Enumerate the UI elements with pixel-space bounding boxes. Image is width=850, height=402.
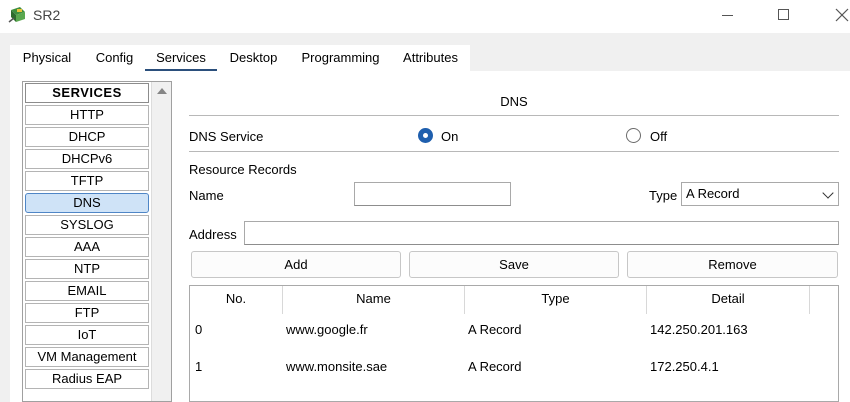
type-label: Type [649,188,678,203]
services-scrollbar[interactable] [151,82,171,401]
row-detail: 172.250.4.1 [650,359,719,374]
chevron-down-icon [822,187,834,199]
dns-records-table: No. Name Type Detail 0 www.google.fr A R… [189,285,839,402]
title-bar: SR2 [0,0,850,32]
service-item-vm-management[interactable]: VM Management [25,347,149,367]
tab-programming[interactable]: Programming [290,45,391,71]
column-header-type[interactable]: Type [465,286,647,314]
type-select[interactable]: A Record [681,182,839,206]
service-item-http[interactable]: HTTP [25,105,149,125]
row-detail: 142.250.201.163 [650,322,748,337]
name-label: Name [189,188,224,203]
service-item-aaa[interactable]: AAA [25,237,149,257]
tab-attributes[interactable]: Attributes [391,45,470,71]
packet-tracer-router-icon [8,7,25,23]
service-item-dhcpv6[interactable]: DHCPv6 [25,149,149,169]
dns-pane: DNS DNS Service On Off Resource Records … [189,71,839,402]
dns-service-label: DNS Service [189,129,264,144]
tab-strip: Physical Config Services Desktop Program… [10,45,470,71]
service-item-radius-eap[interactable]: Radius EAP [25,369,149,389]
dns-off-label[interactable]: Off [650,129,667,144]
row-type: A Record [468,322,522,337]
row-type: A Record [468,359,522,374]
row-no: 0 [195,322,203,337]
scroll-up-arrow-icon[interactable] [157,88,167,94]
column-header-name[interactable]: Name [283,286,465,314]
add-button[interactable]: Add [191,251,401,278]
tab-physical[interactable]: Physical [10,45,84,71]
close-icon [835,8,849,22]
services-list-header: SERVICES [25,83,149,103]
dns-on-radio[interactable] [418,128,433,143]
dns-on-label[interactable]: On [441,129,458,144]
save-button[interactable]: Save [409,251,619,278]
service-item-iot[interactable]: IoT [25,325,149,345]
close-button[interactable] [830,4,850,26]
row-name: www.monsite.sae [286,359,388,374]
service-item-dns[interactable]: DNS [25,193,149,213]
row-no: 1 [195,359,203,374]
tab-services[interactable]: Services [145,45,217,71]
services-list: SERVICES HTTP DHCP DHCPv6 TFTP DNS SYSLO… [24,83,150,389]
row-name: www.google.fr [286,322,368,337]
service-item-email[interactable]: EMAIL [25,281,149,301]
tab-desktop[interactable]: Desktop [217,45,290,71]
tab-config[interactable]: Config [84,45,145,71]
service-item-tftp[interactable]: TFTP [25,171,149,191]
name-input[interactable] [354,182,511,206]
services-list-frame: SERVICES HTTP DHCP DHCPv6 TFTP DNS SYSLO… [22,81,172,402]
window-title: SR2 [33,7,61,23]
divider [189,151,839,152]
maximize-button[interactable] [772,4,796,26]
tab-band: Physical Config Services Desktop Program… [0,33,850,402]
column-header-no[interactable]: No. [190,286,283,314]
address-input[interactable] [244,221,839,245]
service-item-syslog[interactable]: SYSLOG [25,215,149,235]
resource-records-label: Resource Records [189,162,297,177]
address-label: Address [189,227,237,242]
remove-button[interactable]: Remove [627,251,838,278]
column-header-detail[interactable]: Detail [647,286,810,314]
service-item-ftp[interactable]: FTP [25,303,149,323]
dns-off-radio[interactable] [626,128,641,143]
minimize-button[interactable] [716,4,740,26]
type-select-value: A Record [686,186,740,201]
dns-title: DNS [500,94,528,109]
service-item-dhcp[interactable]: DHCP [25,127,149,147]
services-content-panel: SERVICES HTTP DHCP DHCPv6 TFTP DNS SYSLO… [10,71,850,402]
divider [189,115,839,116]
service-item-ntp[interactable]: NTP [25,259,149,279]
